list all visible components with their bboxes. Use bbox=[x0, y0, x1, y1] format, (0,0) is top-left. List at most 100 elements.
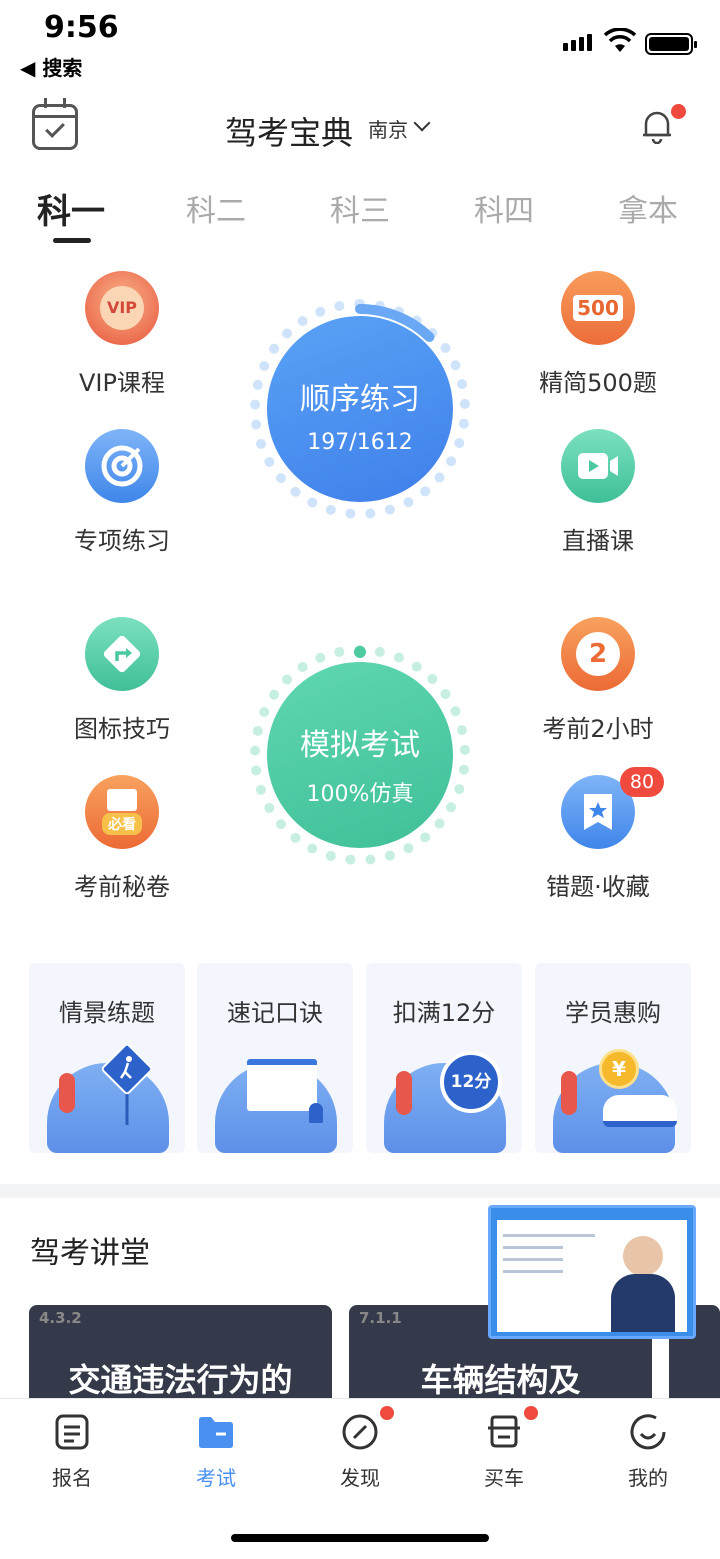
vip-icon-text: VIP bbox=[100, 286, 144, 330]
secret-paper-button[interactable]: 必看 考前秘卷 bbox=[42, 775, 202, 902]
car-icon bbox=[603, 1095, 677, 1127]
presenter-body bbox=[611, 1274, 675, 1332]
presenter-head bbox=[623, 1236, 663, 1276]
discover-dot bbox=[380, 1406, 394, 1420]
vip-course-label: VIP课程 bbox=[79, 369, 165, 397]
nav-me[interactable]: 我的 bbox=[608, 1412, 688, 1491]
nav-discover[interactable]: 发现 bbox=[320, 1412, 400, 1491]
vip-icon: VIP bbox=[85, 271, 159, 345]
car-icon bbox=[488, 1415, 520, 1448]
floating-video-player[interactable] bbox=[488, 1205, 696, 1339]
nav-buy-car[interactable]: 买车 bbox=[464, 1412, 544, 1491]
nav-exam[interactable]: 考试 bbox=[176, 1412, 256, 1491]
buy-car-dot bbox=[524, 1406, 538, 1420]
lecture-card[interactable]: 4.3.2 交通违法行为的 bbox=[29, 1305, 332, 1405]
compass-icon bbox=[342, 1414, 378, 1450]
coin-symbol: ¥ bbox=[612, 1057, 626, 1081]
notification-dot bbox=[671, 104, 686, 119]
nav-label: 考试 bbox=[196, 1466, 236, 1490]
smile-icon bbox=[630, 1414, 666, 1450]
video-text-line bbox=[503, 1258, 563, 1261]
card-label: 学员惠购 bbox=[565, 999, 661, 1027]
member-deals-card[interactable]: 学员惠购 ¥ bbox=[535, 963, 691, 1153]
clipboard-paper bbox=[107, 789, 137, 811]
special-practice-label: 专项练习 bbox=[74, 527, 170, 555]
tab-indicator bbox=[53, 238, 91, 243]
twelve-points-badge: 12分 bbox=[440, 1051, 502, 1113]
app-title: 驾考宝典 bbox=[225, 114, 354, 152]
mnemonic-card[interactable]: 速记口诀 bbox=[197, 963, 353, 1153]
practice-title: 顺序练习 bbox=[300, 382, 420, 417]
document-icon bbox=[55, 1414, 89, 1450]
video-icon bbox=[561, 429, 635, 503]
sequential-practice-button[interactable]: 顺序练习 197/1612 bbox=[267, 316, 453, 502]
tab-subject-2[interactable]: 科二 bbox=[186, 186, 246, 230]
video-text-line bbox=[503, 1246, 563, 1249]
twelve-points-text: 12分 bbox=[450, 1072, 492, 1092]
secret-paper-label: 考前秘卷 bbox=[74, 873, 170, 901]
section-divider bbox=[0, 1184, 720, 1198]
status-bar: 9:56 ◀ 搜索 bbox=[0, 0, 720, 90]
turn-sign-icon bbox=[85, 617, 159, 691]
simple-500-button[interactable]: 500 精简500题 bbox=[518, 271, 678, 398]
person-figure bbox=[396, 1071, 412, 1115]
wrong-count-badge: 80 bbox=[620, 767, 664, 797]
500-icon-text: 500 bbox=[573, 295, 623, 321]
nav-label: 我的 bbox=[628, 1466, 668, 1490]
wrong-favorites-label: 错题·收藏 bbox=[546, 873, 650, 901]
person-figure bbox=[59, 1073, 75, 1113]
tab-subject-1[interactable]: 科一 bbox=[37, 184, 105, 233]
exam-subtitle: 100%仿真 bbox=[306, 782, 414, 807]
scenario-practice-card[interactable]: 情景练题 bbox=[29, 963, 185, 1153]
exam-title: 模拟考试 bbox=[300, 728, 420, 763]
stopwatch-icon: 2 bbox=[561, 617, 635, 691]
simple-500-label: 精简500题 bbox=[539, 369, 657, 397]
tab-subject-3[interactable]: 科三 bbox=[330, 186, 390, 230]
card-label: 速记口诀 bbox=[227, 999, 323, 1027]
nav-signup[interactable]: 报名 bbox=[32, 1412, 112, 1491]
plant-icon bbox=[309, 1103, 323, 1123]
calendar-icon[interactable] bbox=[32, 98, 78, 150]
coin-icon: ¥ bbox=[599, 1049, 639, 1089]
tab-subject-4[interactable]: 科四 bbox=[474, 186, 534, 230]
tab-license[interactable]: 拿本 bbox=[618, 186, 678, 230]
home-indicator bbox=[231, 1534, 489, 1542]
exam-ring-dot bbox=[354, 646, 366, 658]
twelve-points-card[interactable]: 扣满12分 12分 bbox=[366, 963, 522, 1153]
mock-exam-button[interactable]: 模拟考试 100%仿真 bbox=[267, 662, 453, 848]
lecture-title: 车辆结构及 bbox=[420, 1361, 581, 1399]
target-icon bbox=[85, 429, 159, 503]
battery-icon bbox=[645, 33, 697, 55]
card-label: 扣满12分 bbox=[392, 999, 496, 1027]
city-selector[interactable]: 南京 bbox=[368, 114, 408, 143]
live-course-label: 直播课 bbox=[562, 527, 634, 555]
sign-tips-label: 图标技巧 bbox=[74, 715, 170, 743]
nav-label: 买车 bbox=[484, 1466, 524, 1490]
two-hours-button[interactable]: 2 考前2小时 bbox=[518, 617, 678, 744]
back-label: 搜索 bbox=[42, 56, 83, 80]
chevron-down-icon[interactable] bbox=[413, 114, 431, 132]
stopwatch-number: 2 bbox=[576, 632, 620, 676]
lecture-number: 7.1.1 bbox=[359, 1309, 402, 1327]
card-label: 情景练题 bbox=[59, 999, 155, 1027]
back-to-search[interactable]: ◀ 搜索 bbox=[20, 52, 82, 81]
500-icon: 500 bbox=[561, 271, 635, 345]
lecture-section-title: 驾考讲堂 bbox=[30, 1236, 150, 1271]
special-practice-button[interactable]: 专项练习 bbox=[42, 429, 202, 556]
live-course-button[interactable]: 直播课 bbox=[518, 429, 678, 556]
lecture-title: 交通违法行为的 bbox=[68, 1361, 293, 1399]
clipboard-icon: 必看 bbox=[85, 775, 159, 849]
board-icon bbox=[247, 1059, 317, 1111]
person-figure bbox=[561, 1071, 577, 1115]
practice-progress: 197/1612 bbox=[307, 430, 413, 455]
bell-icon[interactable] bbox=[640, 108, 674, 144]
nav-label: 报名 bbox=[52, 1466, 92, 1490]
folder-icon bbox=[199, 1417, 233, 1448]
video-text-line bbox=[503, 1234, 595, 1237]
must-see-tag: 必看 bbox=[102, 813, 142, 835]
signal-icon bbox=[563, 34, 592, 51]
sign-tips-button[interactable]: 图标技巧 bbox=[42, 617, 202, 744]
status-time: 9:56 bbox=[44, 10, 119, 45]
vip-course-button[interactable]: VIP VIP课程 bbox=[42, 271, 202, 398]
pedestrian-sign-icon bbox=[101, 1045, 153, 1125]
